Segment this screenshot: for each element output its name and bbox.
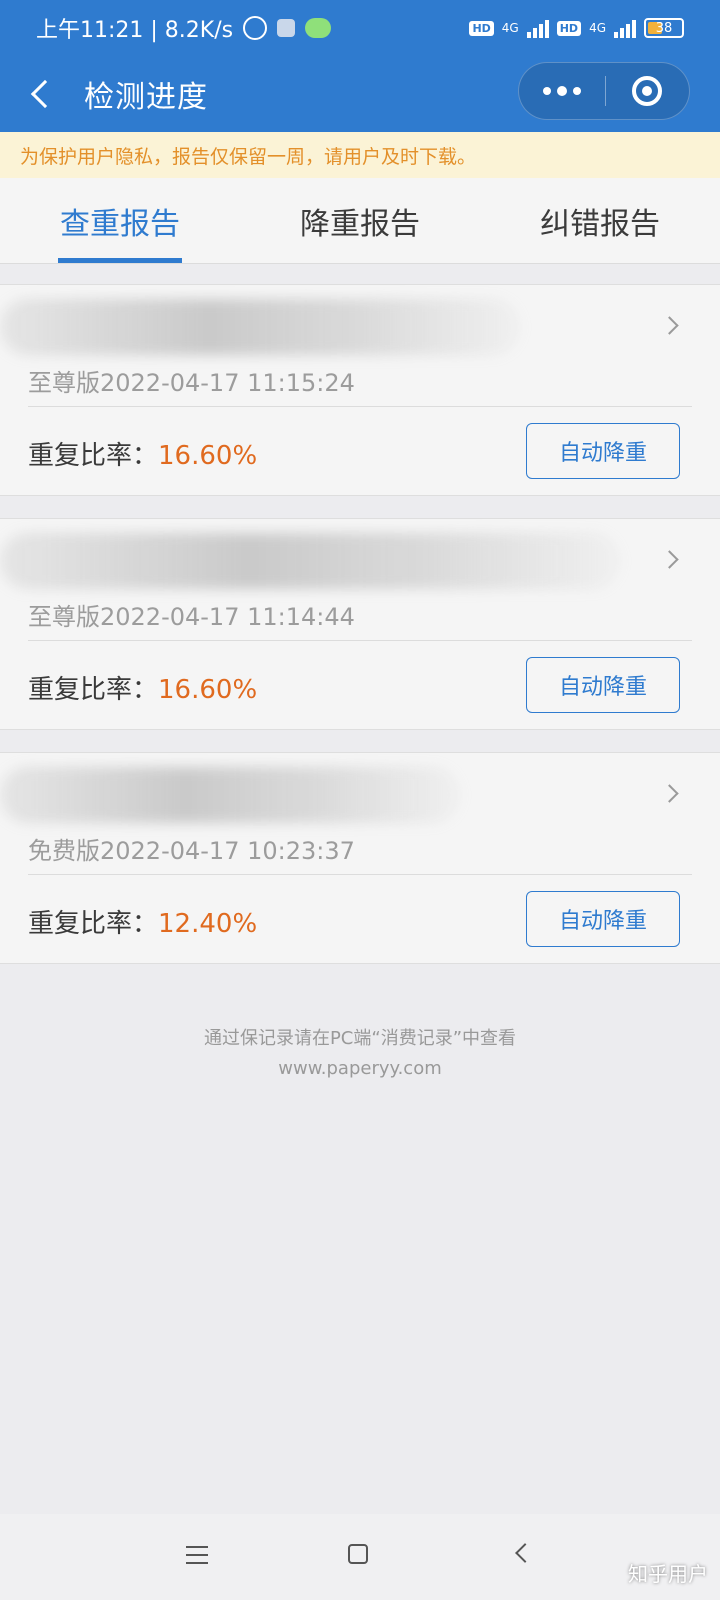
footer-site: www.paperyy.com [278,1058,442,1079]
dot-icon [542,87,551,95]
target-icon [632,76,663,106]
menu-icon[interactable] [186,1546,208,1564]
report-title-row[interactable] [0,285,720,363]
status-bar: 上午11:21 | 8.2K/s HD 4G HD 4G 38 [0,0,720,56]
report-title-row[interactable] [0,753,720,831]
redacted-title [0,767,460,823]
auto-rewrite-button[interactable]: 自动降重 [526,891,680,947]
hd-badge-2: HD [556,20,582,36]
back-button[interactable] [6,56,76,132]
rate-value: 16.60% [158,441,258,471]
app-header: 上午11:21 | 8.2K/s HD 4G HD 4G 38 检测进度 [0,0,720,132]
chevron-right-icon [660,784,679,803]
network-label: 4G [501,21,519,35]
duplicate-rate: 重复比率：12.40% [28,903,257,940]
report-card: 免费版2022-04-17 10:23:37 重复比率：12.40% 自动降重 [0,752,720,964]
report-meta: 至尊版2022-04-17 11:14:44 [28,603,355,631]
system-nav-bar: 知乎用户 [0,1514,720,1600]
tab-plagiarism-report[interactable]: 查重报告 [0,178,240,263]
wechat-icon [305,18,332,38]
signal-icon-2 [614,18,636,38]
alarm-icon [243,16,268,40]
redacted-title [0,533,620,589]
back-nav-icon[interactable] [515,1543,535,1563]
rate-value: 12.40% [158,909,258,939]
tab-correction-report[interactable]: 纠错报告 [480,178,720,263]
hd-badge: HD [469,20,494,36]
battery-icon: 38 [644,18,684,38]
page-title: 检测进度 [84,80,208,115]
mini-program-capsule [518,62,690,120]
network-label-2: 4G [589,21,606,35]
report-meta: 免费版2022-04-17 10:23:37 [28,837,355,865]
status-right: HD 4G HD 4G 38 [469,18,684,38]
title-bar: 检测进度 [0,56,720,132]
report-card: 至尊版2022-04-17 11:14:44 重复比率：16.60% 自动降重 [0,518,720,730]
report-meta: 至尊版2022-04-17 11:15:24 [28,369,355,397]
app-notification-icon [277,19,296,37]
redacted-title [0,299,520,355]
auto-rewrite-button[interactable]: 自动降重 [526,657,680,713]
tab-rewrite-report[interactable]: 降重报告 [240,178,480,263]
signal-icon [526,18,549,38]
divider [28,874,692,875]
more-button[interactable] [519,62,605,120]
home-icon[interactable] [348,1544,368,1564]
report-tabs: 查重报告 降重报告 纠错报告 [0,178,720,264]
status-time-speed: 上午11:21 | 8.2K/s [36,18,234,43]
rate-label: 重复比率： [28,441,159,471]
duplicate-rate: 重复比率：16.60% [28,435,257,472]
duplicate-rate: 重复比率：16.60% [28,669,257,706]
report-title-row[interactable] [0,519,720,597]
auto-rewrite-button[interactable]: 自动降重 [526,423,680,479]
divider [28,640,692,641]
chevron-right-icon [660,550,679,569]
chevron-left-icon [30,79,60,109]
divider [28,406,692,407]
chevron-right-icon [660,316,679,335]
footer-note: 通过保记录请在PC端“消费记录”中查看 [203,1028,517,1049]
battery-level: 38 [655,20,673,36]
close-mini-program-button[interactable] [606,62,690,120]
report-card: 至尊版2022-04-17 11:15:24 重复比率：16.60% 自动降重 [0,284,720,496]
status-left: 上午11:21 | 8.2K/s [36,12,332,44]
rate-value: 16.60% [158,675,258,705]
dot-icon [556,86,567,96]
watermark: 知乎用户 [628,1562,708,1586]
dot-icon [572,87,581,95]
rate-label: 重复比率： [28,909,159,939]
privacy-notice: 为保护用户隐私，报告仅保留一周，请用户及时下载。 [0,132,720,178]
rate-label: 重复比率： [28,675,159,705]
